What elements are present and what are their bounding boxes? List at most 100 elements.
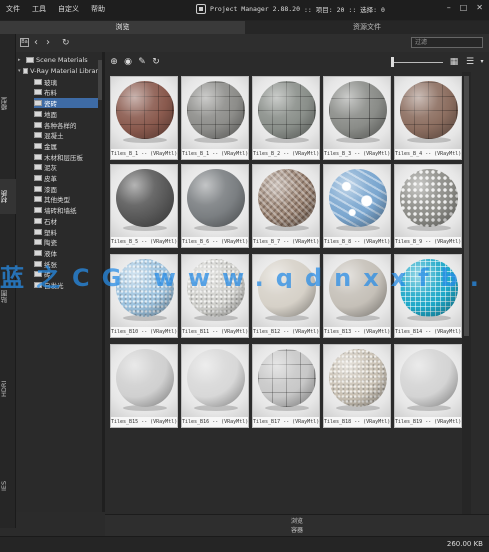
back-button[interactable]: ‹ (34, 37, 38, 49)
material-thumbnail[interactable]: Tiles_B_9 -- (VRayMtl) (394, 164, 462, 248)
folder-icon (34, 249, 42, 256)
render-icon[interactable]: ✎ (137, 57, 147, 67)
vtab-materials[interactable]: 材质 (0, 179, 16, 214)
sphere-shading (400, 259, 458, 317)
folder-icon (34, 282, 42, 289)
menu-customize[interactable]: 自定义 (58, 4, 79, 14)
material-thumbnail[interactable]: Tiles_B_8 -- (VRayMtl) (323, 164, 391, 248)
sphere-shading (187, 81, 245, 139)
tree-item[interactable]: 瓷砖 (34, 97, 98, 109)
material-thumbnail[interactable]: Tiles_B12 -- (VRayMtl) (252, 254, 320, 338)
thumb-size-slider-handle[interactable] (391, 57, 394, 67)
expand-icon[interactable]: ▸ (18, 57, 24, 63)
menu-tools[interactable]: 工具 (32, 4, 46, 14)
tree-item[interactable]: 墙砖和墙纸 (34, 205, 98, 216)
menu-file[interactable]: 文件 (6, 4, 20, 14)
material-thumbnail[interactable]: Tiles_B11 -- (VRayMtl) (181, 254, 249, 338)
tree-item-label: 塑料 (44, 228, 57, 237)
material-thumbnail[interactable]: Tiles_B_1 -- (VRayMtl) (181, 76, 249, 160)
tree-item[interactable]: 金属 (34, 141, 98, 152)
tree-item[interactable]: ▾ V-Ray Material Library (18, 66, 102, 77)
material-thumbnail[interactable]: Tiles_B_4 -- (VRayMtl) (394, 76, 462, 160)
tree-item-label: 砖 (44, 271, 51, 280)
material-thumbnail[interactable]: Tiles_B17 -- (VRayMtl) (252, 344, 320, 428)
material-thumbnail[interactable]: Tiles_B_1 -- (VRayMtl) (110, 76, 178, 160)
folder-icon (34, 110, 42, 117)
tree-item[interactable]: 漆面 (34, 183, 98, 194)
tree-item[interactable]: ▸ Scene Materials (18, 55, 102, 66)
minimize-button[interactable]: – (447, 3, 451, 12)
material-name: Tiles_B16 -- (VRayMtl) (182, 417, 248, 427)
tree-item[interactable]: 纸张 (34, 258, 98, 269)
tree-item[interactable]: 液体 (34, 248, 98, 259)
material-thumbnail[interactable]: Tiles_B16 -- (VRayMtl) (181, 344, 249, 428)
tree-item[interactable]: 地面 (34, 109, 98, 120)
material-preview (253, 77, 319, 149)
material-thumbnail[interactable]: Tiles_B10 -- (VRayMtl) (110, 254, 178, 338)
tree-item[interactable]: 玻璃 (34, 76, 98, 87)
tree-item[interactable]: 混凝土 (34, 130, 98, 141)
material-thumbnail[interactable]: Tiles_B15 -- (VRayMtl) (110, 344, 178, 428)
tab-browse[interactable]: 浏览 (0, 21, 245, 34)
material-preview (182, 345, 248, 417)
tree-item[interactable]: 砖 (34, 269, 98, 280)
material-thumbnail[interactable]: Tiles_B19 -- (VRayMtl) (394, 344, 462, 428)
maximize-button[interactable]: □ (460, 3, 468, 12)
selected-count: :: 选择: 0 (348, 6, 385, 14)
sphere-shading (258, 81, 316, 139)
view-dropdown-icon[interactable]: ▾ (477, 57, 487, 67)
refresh-thumbs-icon[interactable]: ↻ (151, 57, 161, 67)
refresh-icon[interactable]: ↻ (62, 37, 70, 49)
list-view-icon[interactable]: ☰ (465, 57, 475, 67)
camera-icon[interactable]: ◉ (123, 57, 133, 67)
vtab-hdri[interactable]: HDRI (0, 374, 16, 404)
add-material-icon[interactable]: ⊕ (109, 57, 119, 67)
material-name: Tiles_B_3 -- (VRayMtl) (324, 149, 390, 159)
collapse-icon[interactable]: ▾ (18, 68, 21, 74)
tab-resource-files[interactable]: 资源文件 (245, 21, 489, 34)
tree-item-label: 玻璃 (44, 78, 57, 87)
material-thumbnail[interactable]: Tiles_B14 -- (VRayMtl) (394, 254, 462, 338)
material-thumbnail[interactable]: Tiles_B_2 -- (VRayMtl) (252, 76, 320, 160)
vtab-models[interactable]: 模型 (0, 89, 16, 119)
tree-item[interactable]: 陶瓷 (34, 237, 98, 248)
material-thumbnail[interactable]: Tiles_B_7 -- (VRayMtl) (252, 164, 320, 248)
material-name: Tiles_B18 -- (VRayMtl) (324, 417, 390, 427)
forward-button[interactable]: › (46, 37, 50, 49)
tree-item[interactable]: 布料 (34, 87, 98, 98)
material-thumbnail[interactable]: Tiles_B_3 -- (VRayMtl) (323, 76, 391, 160)
material-preview (111, 165, 177, 237)
material-preview (395, 77, 461, 149)
tree-item[interactable]: 泥灰 (34, 162, 98, 173)
tree-item[interactable]: 其他类型 (34, 194, 98, 205)
material-thumbnail[interactable]: Tiles_B18 -- (VRayMtl) (323, 344, 391, 428)
tree-item-label: 墙砖和墙纸 (44, 207, 77, 216)
tree-item[interactable]: 皮革 (34, 173, 98, 184)
material-name: Tiles_B_5 -- (VRayMtl) (111, 237, 177, 247)
close-button[interactable]: ✕ (476, 3, 483, 12)
vtab-maps[interactable]: 贴图 (0, 279, 16, 314)
sphere-shading (116, 169, 174, 227)
tree-item[interactable]: 各种各样的 (34, 119, 98, 130)
folder-icon (34, 271, 42, 278)
thumb-size-slider[interactable] (391, 62, 443, 63)
grid-scrollbar-thumb[interactable] (464, 76, 469, 336)
vtab-ies[interactable]: IES (0, 476, 16, 496)
material-preview (111, 345, 177, 417)
grid-view-icon[interactable]: ▦ (449, 57, 459, 67)
tree-item[interactable]: 石材 (34, 216, 98, 227)
material-thumbnail[interactable]: Tiles_B13 -- (VRayMtl) (323, 254, 391, 338)
home-button[interactable]: Ba (20, 38, 29, 47)
material-thumbnail[interactable]: Tiles_B_6 -- (VRayMtl) (181, 164, 249, 248)
tree-item[interactable]: 木材和层压板 (34, 151, 98, 162)
menu-help[interactable]: 帮助 (91, 4, 105, 14)
tree-item[interactable]: 自发光 (34, 280, 98, 291)
bottom-tab-container[interactable]: 容器 (105, 526, 489, 536)
filter-input[interactable]: 过滤 (411, 37, 483, 48)
nav-toolbar: Ba ‹ › ↻ 过滤 (16, 34, 489, 52)
tree-item[interactable]: 塑料 (34, 226, 98, 237)
sphere-shading (258, 169, 316, 227)
material-thumbnail[interactable]: Tiles_B_5 -- (VRayMtl) (110, 164, 178, 248)
bottom-tabs: 浏览 容器 (105, 514, 489, 536)
grid-scrollbar[interactable] (462, 72, 471, 514)
